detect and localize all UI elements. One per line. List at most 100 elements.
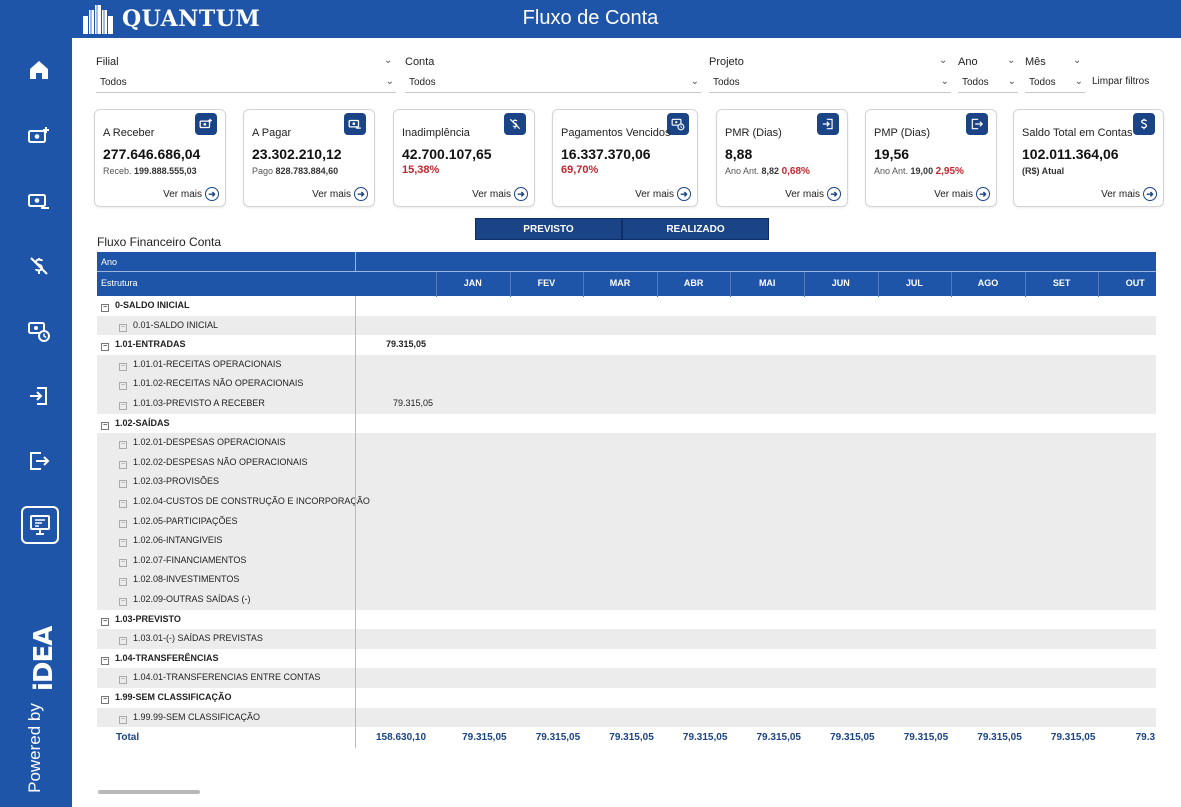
- header-ano-label[interactable]: Ano: [101, 257, 117, 267]
- nav-pmp[interactable]: [18, 443, 60, 479]
- card-pmp[interactable]: PMP (Dias) 19,56 Ano Ant. 19,00 2,95% Ve…: [865, 109, 997, 207]
- month-header-ago[interactable]: AGO: [951, 278, 1025, 288]
- collapse-toggle-icon[interactable]: −: [119, 402, 127, 410]
- collapse-toggle-icon[interactable]: −: [119, 558, 127, 567]
- collapse-toggle-icon[interactable]: −: [119, 578, 127, 587]
- month-header-fev[interactable]: FEV: [510, 278, 584, 288]
- month-divider: [656, 272, 658, 297]
- collapse-toggle-icon[interactable]: −: [119, 441, 127, 450]
- month-header-jan[interactable]: JAN: [436, 278, 510, 288]
- table-row[interactable]: −1.02.09-OUTRAS SAÍDAS (-): [97, 590, 1156, 610]
- chevron-down-icon[interactable]: ⌄: [384, 55, 392, 66]
- card-saldo-total[interactable]: Saldo Total em Contas 102.011.364,06 (R$…: [1013, 109, 1164, 207]
- table-row[interactable]: −0.01-SALDO INICIAL: [97, 315, 1156, 336]
- column-divider: [355, 296, 356, 748]
- chevron-down-icon[interactable]: ⌄: [939, 55, 947, 66]
- realizado-button[interactable]: REALIZADO: [622, 218, 769, 240]
- nav-home[interactable]: [18, 52, 60, 88]
- collapse-toggle-icon[interactable]: −: [101, 421, 109, 430]
- month-header-jun[interactable]: JUN: [804, 278, 878, 288]
- page-title: Fluxo de Conta: [522, 7, 659, 29]
- table-row[interactable]: −1.03-PREVISTO: [97, 610, 1156, 630]
- month-header-mai[interactable]: MAI: [730, 278, 804, 288]
- see-more-link[interactable]: Ver mais ➜: [472, 187, 528, 201]
- collapse-toggle-icon[interactable]: −: [119, 323, 127, 332]
- chevron-down-icon[interactable]: ⌄: [1007, 55, 1015, 66]
- month-header-set[interactable]: SET: [1025, 278, 1099, 288]
- table-row[interactable]: −1.02.08-INVESTIMENTOS: [97, 570, 1156, 590]
- nav-receivables[interactable]: [18, 118, 60, 154]
- nav-account-flow[interactable]: [21, 506, 59, 544]
- see-more-link[interactable]: Ver mais ➜: [934, 187, 990, 201]
- table-row[interactable]: −1.02.04-CUSTOS DE CONSTRUÇÃO E INCORPOR…: [97, 492, 1156, 512]
- collapse-toggle-icon[interactable]: −: [119, 500, 127, 508]
- see-more-link[interactable]: Ver mais ➜: [163, 187, 219, 201]
- collapse-toggle-icon[interactable]: −: [119, 362, 127, 371]
- collapse-toggle-icon[interactable]: −: [119, 539, 127, 548]
- month-header-out[interactable]: OUT: [1098, 278, 1156, 288]
- collapse-toggle-icon[interactable]: −: [119, 480, 127, 489]
- see-more-link[interactable]: Ver mais ➜: [312, 187, 368, 201]
- collapse-toggle-icon[interactable]: −: [101, 343, 109, 352]
- see-more-link[interactable]: Ver mais ➜: [635, 187, 691, 201]
- collapse-toggle-icon[interactable]: −: [119, 382, 127, 391]
- collapse-toggle-icon[interactable]: −: [101, 304, 109, 312]
- header-estrutura-label[interactable]: Estrutura: [101, 278, 138, 288]
- collapse-toggle-icon[interactable]: −: [119, 460, 127, 469]
- collapse-toggle-icon[interactable]: −: [119, 598, 127, 606]
- filter-mes-select[interactable]: Todos ⌄: [1025, 73, 1085, 93]
- collapse-toggle-icon[interactable]: −: [101, 696, 109, 704]
- month-header-abr[interactable]: ABR: [657, 278, 731, 288]
- table-row[interactable]: −1.01.03-PREVISTO A RECEBER 79.315,05: [97, 394, 1156, 414]
- nav-default[interactable]: [18, 248, 60, 284]
- table-row[interactable]: −1.02.03-PROVISÕES: [97, 472, 1156, 492]
- table-row[interactable]: −1.01-ENTRADAS 79.315,05: [97, 335, 1156, 355]
- table-row[interactable]: −1.01.01-RECEITAS OPERACIONAIS: [97, 354, 1156, 375]
- table-row[interactable]: −1.02-SAÍDAS: [97, 414, 1156, 434]
- table-row[interactable]: −1.04.01-TRANSFERENCIAS ENTRE CONTAS: [97, 668, 1156, 688]
- card-pmr[interactable]: PMR (Dias) 8,88 Ano Ant. 8,82 0,68% Ver …: [716, 109, 848, 207]
- arrow-right-icon: ➜: [827, 187, 841, 201]
- see-more-link[interactable]: Ver mais ➜: [785, 187, 841, 201]
- card-a-pagar[interactable]: A Pagar 23.302.210,12 Pago 828.783.884,6…: [243, 109, 375, 207]
- nav-payables[interactable]: [18, 183, 60, 219]
- nav-pmr[interactable]: [18, 378, 60, 414]
- collapse-toggle-icon[interactable]: −: [101, 656, 109, 665]
- table-row[interactable]: −1.99-SEM CLASSIFICAÇÃO: [97, 688, 1156, 708]
- collapse-toggle-icon[interactable]: −: [119, 519, 127, 528]
- table-row[interactable]: −1.02.07-FINANCIAMENTOS: [97, 550, 1156, 571]
- filter-projeto-select[interactable]: Todos ⌄: [709, 73, 951, 93]
- filter-ano-select[interactable]: Todos ⌄: [958, 73, 1018, 93]
- horizontal-scrollbar[interactable]: [98, 790, 200, 794]
- login-arrow-icon: [817, 113, 839, 135]
- card-a-receber[interactable]: A Receber 277.646.686,04 Receb. 199.888.…: [94, 109, 226, 207]
- row-label: −1.02-SAÍDAS: [101, 418, 170, 430]
- table-row[interactable]: −1.99.99-SEM CLASSIFICAÇÃO: [97, 707, 1156, 728]
- see-more-link[interactable]: Ver mais ➜: [1101, 187, 1157, 201]
- nav-overdue[interactable]: [18, 313, 60, 349]
- card-title: A Pagar: [252, 127, 292, 139]
- card-sub-label: Pago: [252, 166, 274, 176]
- row-label-text: 1.04-TRANSFERÊNCIAS: [115, 652, 219, 663]
- chevron-down-icon[interactable]: ⌄: [1073, 55, 1081, 66]
- month-header-jul[interactable]: JUL: [878, 278, 952, 288]
- month-header-mar[interactable]: MAR: [583, 278, 657, 288]
- filter-conta-select[interactable]: Todos ⌄: [405, 73, 701, 93]
- previsto-button[interactable]: PREVISTO: [475, 218, 622, 240]
- table-row[interactable]: −1.03.01-(-) SAÍDAS PREVISTAS: [97, 629, 1156, 649]
- card-inadimplencia[interactable]: Inadimplência 42.700.107,65 15,38% Ver m…: [393, 109, 535, 207]
- collapse-toggle-icon[interactable]: −: [119, 676, 127, 685]
- collapse-toggle-icon[interactable]: −: [101, 617, 109, 626]
- table-row[interactable]: −1.02.05-PARTICIPAÇÕES: [97, 511, 1156, 532]
- card-pagamentos-vencidos[interactable]: Pagamentos Vencidos 16.337.370,06 69,70%…: [552, 109, 698, 207]
- table-row[interactable]: −0-SALDO INICIAL: [97, 296, 1156, 316]
- filter-filial-select[interactable]: Todos ⌄: [96, 73, 396, 93]
- clear-filters-link[interactable]: Limpar filtros: [1092, 76, 1149, 87]
- table-row[interactable]: −1.02.06-INTANGIVEIS: [97, 531, 1156, 551]
- collapse-toggle-icon[interactable]: −: [119, 637, 127, 646]
- table-row[interactable]: −1.01.02-RECEITAS NÃO OPERACIONAIS: [97, 374, 1156, 394]
- collapse-toggle-icon[interactable]: −: [119, 715, 127, 724]
- table-row[interactable]: −1.04-TRANSFERÊNCIAS: [97, 649, 1156, 669]
- table-row[interactable]: −1.02.01-DESPESAS OPERACIONAIS: [97, 433, 1156, 453]
- table-row[interactable]: −1.02.02-DESPESAS NÃO OPERACIONAIS: [97, 452, 1156, 473]
